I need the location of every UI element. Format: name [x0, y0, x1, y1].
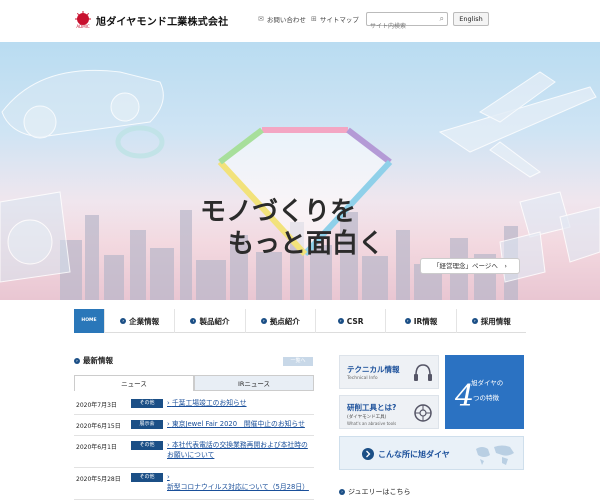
chevron-right-icon: › — [471, 318, 478, 324]
news-title-link[interactable]: › 千葉工場竣工のお知らせ — [167, 398, 313, 408]
news-date: 2020年7月3日 — [76, 402, 117, 409]
news-tabs: ニュース IRニュース — [74, 375, 314, 391]
svg-text:ADMIC: ADMIC — [76, 24, 89, 29]
news-list: 2020年7月3日 その他 › 千葉工場竣工のお知らせ 2020年6月15日 展… — [74, 394, 314, 500]
chevron-right-icon: › — [404, 318, 411, 324]
nav-item-company[interactable]: › 企業情報 — [104, 309, 174, 333]
sitemap-link[interactable]: ⊞ サイトマップ — [311, 14, 359, 24]
nav-item-recruit[interactable]: › 採用情報 — [455, 309, 526, 333]
card-title: テクニカル情報 — [347, 365, 400, 374]
philosophy-link[interactable]: 「経営理念」ページへ › — [420, 258, 520, 274]
news-category-badge: その他 — [131, 473, 163, 482]
abrasive-tools-card[interactable]: 研削工具とは? (ダイヤモンド工具) What's an abrasive to… — [339, 395, 439, 429]
chevron-right-icon: › — [260, 318, 267, 324]
search-icon[interactable]: ⌕ — [440, 14, 444, 24]
grinding-wheel-icon — [414, 404, 432, 422]
chevron-right-icon: › — [190, 318, 197, 324]
english-button[interactable]: English — [453, 12, 489, 26]
card-subtitle: (ダイヤモンド工具) — [347, 415, 387, 420]
company-name: 旭ダイヤモンド工業株式会社 — [96, 16, 229, 28]
nav-item-ir[interactable]: › IR情報 — [385, 309, 455, 333]
chevron-right-icon: › — [337, 318, 344, 324]
news-list-button[interactable]: 一覧へ — [283, 357, 313, 366]
chevron-right-icon — [362, 448, 374, 460]
chevron-right-icon: › — [339, 489, 345, 495]
site-search: ⌕ — [366, 12, 448, 33]
news-row: 2020年6月15日 展示会 › 東京Jewel Fair 2020 開催中止の… — [74, 415, 314, 436]
jewelry-link[interactable]: › ジュエリーはこちら — [339, 487, 411, 497]
sitemap-icon: ⊞ — [311, 15, 317, 23]
nav-item-locations[interactable]: › 拠点紹介 — [244, 309, 315, 333]
contact-link[interactable]: ✉ お問い合わせ — [258, 14, 306, 24]
news-category-badge: 展示会 — [131, 420, 163, 429]
company-logo[interactable]: ADMIC 旭ダイヤモンド工業株式会社 — [74, 11, 228, 29]
global-nav: HOME › 企業情報 › 製品紹介 › 拠点紹介 › CSR › IR情報 ›… — [74, 309, 526, 333]
headset-icon — [414, 364, 432, 381]
where-used-banner[interactable]: こんな所に旭ダイヤ — [339, 436, 524, 470]
site-header: ADMIC 旭ダイヤモンド工業株式会社 ✉ お問い合わせ ⊞ サイトマップ ⌕ … — [0, 0, 600, 42]
world-map-icon — [476, 445, 514, 465]
card-subtitle: Technical Info — [347, 376, 378, 381]
news-date: 2020年5月28日 — [76, 476, 121, 483]
nav-item-csr[interactable]: › CSR — [314, 309, 385, 333]
news-date: 2020年6月1日 — [76, 444, 117, 451]
chevron-right-icon: › — [167, 473, 170, 481]
news-row: 2020年7月3日 その他 › 千葉工場竣工のお知らせ — [74, 394, 314, 415]
card-subtitle-en: What's an abrasive tools — [347, 421, 397, 426]
news-title-link[interactable]: › 東京Jewel Fair 2020 開催中止のお知らせ — [167, 419, 313, 429]
nav-item-products[interactable]: › 製品紹介 — [174, 309, 244, 333]
tab-news[interactable]: ニュース — [74, 375, 194, 391]
news-category-badge: その他 — [131, 441, 163, 450]
logo-mark-icon: ADMIC — [74, 11, 92, 29]
news-row: 2020年6月1日 その他 › 本社代表電話の交換業務再開および本社時のお願いに… — [74, 436, 314, 468]
mail-icon: ✉ — [258, 15, 264, 23]
chevron-right-icon: › — [74, 357, 80, 364]
page: ADMIC 旭ダイヤモンド工業株式会社 ✉ お問い合わせ ⊞ サイトマップ ⌕ … — [0, 0, 600, 500]
nav-home[interactable]: HOME — [74, 309, 104, 333]
news-category-badge: その他 — [131, 399, 163, 408]
news-title-link[interactable]: › 新型コロナウイルス対応について（5月28日） — [167, 472, 313, 492]
news-heading: › 最新情報 — [74, 355, 113, 366]
news-title-link[interactable]: › 本社代表電話の交換業務再開および本社時のお願いについて — [167, 440, 313, 460]
card-title: 研削工具とは? — [347, 403, 397, 412]
tab-ir-news[interactable]: IRニュース — [194, 375, 314, 391]
hero-banner: モノづくりを もっと面白く 「経営理念」ページへ › — [0, 42, 600, 300]
technical-info-card[interactable]: テクニカル情報 Technical Info — [339, 355, 439, 389]
svg-text:モノづくりを: モノづくりを — [200, 197, 356, 227]
news-date: 2020年6月15日 — [76, 423, 121, 430]
svg-text:もっと面白く: もっと面白く — [228, 228, 384, 259]
news-row: 2020年5月28日 その他 › 新型コロナウイルス対応について（5月28日） — [74, 468, 314, 500]
chevron-right-icon: › — [120, 318, 127, 324]
search-input[interactable] — [367, 20, 433, 33]
four-features-card[interactable]: 旭ダイヤの 4 つの特徴 — [445, 355, 524, 429]
